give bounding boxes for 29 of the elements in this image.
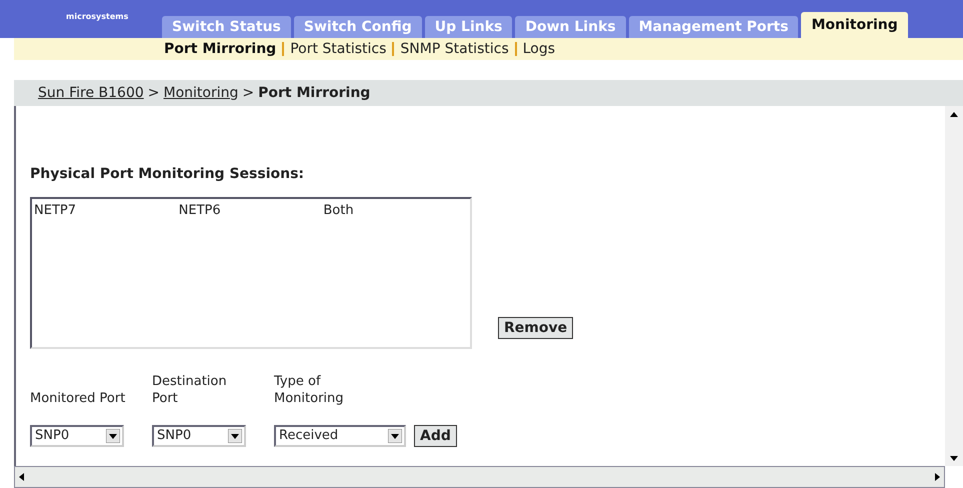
field-label: Monitored Port: [30, 390, 126, 407]
remove-button[interactable]: Remove: [498, 317, 574, 339]
dropdown[interactable]: SNP0: [30, 425, 124, 447]
logo-text: microsystems: [66, 11, 128, 23]
breadcrumb-current: Port Mirroring: [258, 84, 370, 102]
breadcrumb-link[interactable]: Sun Fire B1600: [38, 82, 144, 104]
subnav-link[interactable]: Logs: [522, 38, 556, 60]
dropdown[interactable]: Received: [274, 425, 406, 447]
dropdown[interactable]: SNP0: [152, 425, 246, 447]
breadcrumb-separator: >: [148, 84, 160, 102]
session-cell-text: Both: [323, 202, 355, 220]
field-label: Type of Monitoring: [274, 373, 345, 407]
session-cell-text: NETP6: [178, 202, 222, 220]
field-label: Destination Port: [152, 373, 228, 407]
horizontal-scrollbar[interactable]: [14, 466, 945, 488]
dropdown-arrow-icon: [106, 429, 120, 443]
breadcrumb-link[interactable]: Monitoring: [164, 82, 238, 104]
nav-tab[interactable]: Monitoring: [801, 12, 908, 38]
dropdown-arrow-icon: [228, 429, 242, 443]
add-button[interactable]: Add: [414, 425, 457, 447]
vertical-scrollbar[interactable]: [945, 106, 963, 466]
section-title: Physical Port Monitoring Sessions:: [30, 165, 306, 184]
subnav-link[interactable]: Port Mirroring: [164, 38, 276, 60]
breadcrumb-separator: >: [242, 84, 254, 102]
dropdown-arrow-icon: [388, 429, 402, 443]
sessions-list[interactable]: NETP7 NETP6 Both: [30, 197, 472, 349]
subnav-link[interactable]: SNMP Statistics: [400, 38, 509, 60]
subnav-link[interactable]: Port Statistics: [290, 38, 386, 60]
session-cell-text: NETP7: [34, 202, 77, 220]
